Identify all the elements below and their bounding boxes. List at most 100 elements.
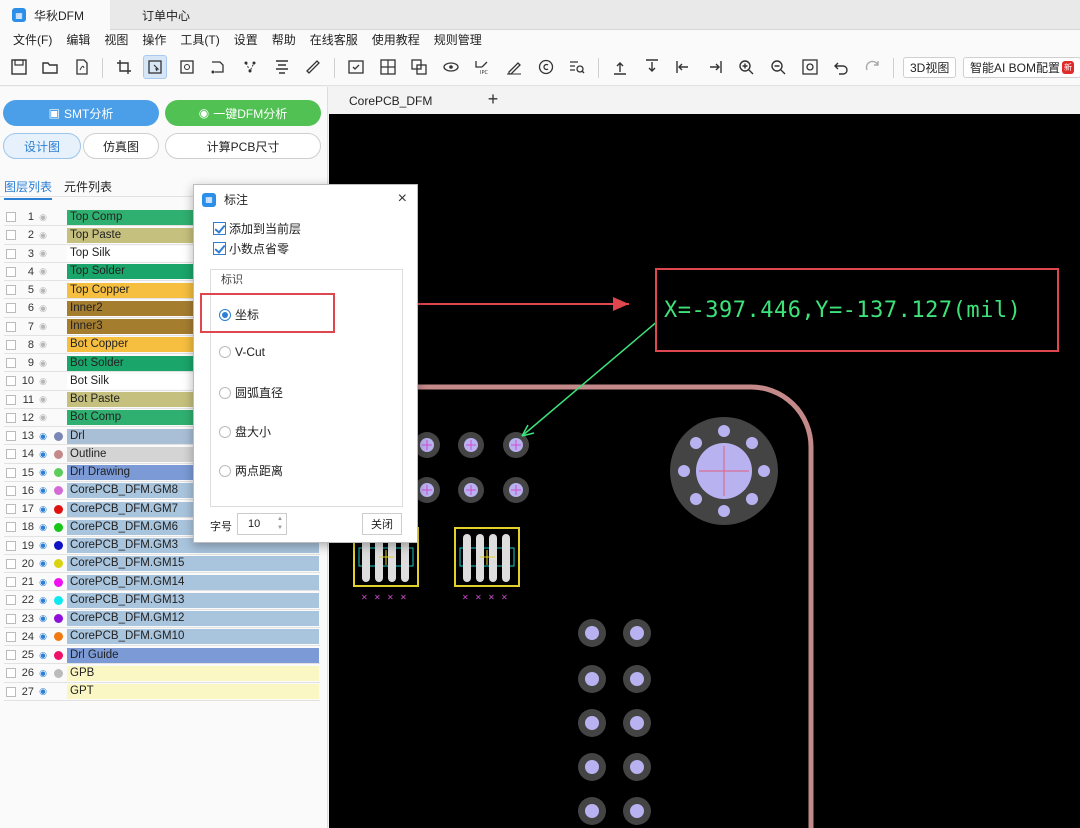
crop-icon[interactable] <box>112 55 136 79</box>
layer-name[interactable]: GPB <box>67 665 319 681</box>
undo-icon[interactable] <box>829 55 853 79</box>
visibility-eye-icon[interactable]: ◉ <box>38 485 48 496</box>
fit-view-icon[interactable] <box>798 55 822 79</box>
option-arc-diameter[interactable]: 圆弧直径 <box>219 384 283 401</box>
omit-zero-checkbox[interactable]: 小数点省零 <box>213 240 289 257</box>
align-icon[interactable] <box>270 55 294 79</box>
visibility-eye-icon[interactable]: ◉ <box>38 412 48 423</box>
layer-row[interactable]: 26 ◉ GPB <box>0 664 328 683</box>
menu-help[interactable]: 帮助 <box>265 31 303 48</box>
ai-bom-button[interactable]: 智能AI BOM配置新 <box>963 57 1080 78</box>
visibility-eye-icon[interactable]: ◉ <box>38 248 48 259</box>
visibility-eye-icon[interactable]: ◉ <box>38 650 48 661</box>
menu-tools[interactable]: 工具(T) <box>173 31 226 48</box>
visibility-eye-icon[interactable]: ◉ <box>38 595 48 606</box>
layer-row[interactable]: 25 ◉ Drl Guide <box>0 646 328 665</box>
menu-view[interactable]: 视图 <box>97 31 135 48</box>
visibility-eye-icon[interactable]: ◉ <box>38 431 48 442</box>
route-icon[interactable] <box>206 55 230 79</box>
visibility-eye-icon[interactable]: ◉ <box>38 321 48 332</box>
layer-name[interactable]: CorePCB_DFM.GM15 <box>67 556 319 572</box>
simulation-view-button[interactable]: 仿真图 <box>83 133 159 159</box>
layer-color-dot[interactable] <box>54 486 63 496</box>
pcb-canvas[interactable]: ✕ ✕ ✕ ✕ ✕ ✕ ✕ ✕ <box>329 114 1080 828</box>
zoom-in-icon[interactable] <box>734 55 758 79</box>
tab-layers[interactable]: 图层列表 <box>4 178 53 200</box>
add-to-layer-checkbox[interactable]: 添加到当前层 <box>213 220 301 237</box>
visibility-eye-icon[interactable]: ◉ <box>38 686 48 697</box>
layer-color-dot[interactable] <box>54 541 63 551</box>
view-icon[interactable] <box>439 55 463 79</box>
layer-color-dot[interactable] <box>54 668 63 678</box>
pdf-icon[interactable] <box>70 55 94 79</box>
zoom-out-icon[interactable] <box>766 55 790 79</box>
view3d-button[interactable]: 3D视图 <box>903 57 957 78</box>
tab-components[interactable]: 元件列表 <box>64 178 112 195</box>
layer-row[interactable]: 20 ◉ CorePCB_DFM.GM15 <box>0 555 328 573</box>
option-two-point-distance[interactable]: 两点距离 <box>219 462 283 479</box>
visibility-eye-icon[interactable]: ◉ <box>38 668 48 679</box>
add-tab-button[interactable]: + <box>484 90 502 109</box>
menu-file[interactable]: 文件(F) <box>6 31 59 48</box>
visibility-eye-icon[interactable]: ◉ <box>38 522 48 533</box>
ruler-icon[interactable] <box>301 55 325 79</box>
option-vcut[interactable]: V-Cut <box>219 345 265 359</box>
menu-rules[interactable]: 规则管理 <box>427 31 489 48</box>
visibility-eye-icon[interactable]: ◉ <box>38 504 48 515</box>
close-icon[interactable]: × <box>398 190 407 208</box>
visibility-eye-icon[interactable]: ◉ <box>38 266 48 277</box>
layer-color-dot[interactable] <box>54 614 63 624</box>
menu-online-service[interactable]: 在线客服 <box>303 31 365 48</box>
layer-name[interactable]: CorePCB_DFM.GM10 <box>67 629 319 645</box>
visibility-eye-icon[interactable]: ◉ <box>38 577 48 588</box>
menu-operate[interactable]: 操作 <box>135 31 173 48</box>
app-tab-orders[interactable]: 订单中心 <box>130 0 220 30</box>
smt-analysis-button[interactable]: ▣ SMT分析 <box>3 100 159 126</box>
layer-row[interactable]: 21 ◉ CorePCB_DFM.GM14 <box>0 573 328 592</box>
search-list-icon[interactable] <box>565 55 589 79</box>
document-tab[interactable]: CorePCB_DFM <box>329 87 444 114</box>
visibility-eye-icon[interactable]: ◉ <box>38 613 48 624</box>
layer-color-dot[interactable] <box>54 504 63 514</box>
layer-row[interactable]: 23 ◉ CorePCB_DFM.GM12 <box>0 610 328 628</box>
design-view-button[interactable]: 设计图 <box>3 133 81 159</box>
select-icon[interactable] <box>143 55 167 79</box>
grid-icon[interactable] <box>376 55 400 79</box>
layer-row[interactable]: 24 ◉ CorePCB_DFM.GM10 <box>0 628 328 646</box>
layer-name[interactable]: CorePCB_DFM.GM12 <box>67 611 319 627</box>
menu-tutorial[interactable]: 使用教程 <box>365 31 427 48</box>
app-tab-dfm[interactable]: ▦ 华秋DFM <box>0 0 110 30</box>
stepper-arrows-icon[interactable]: ▲ ▼ <box>277 515 283 533</box>
align-right-icon[interactable] <box>703 55 727 79</box>
visibility-eye-icon[interactable]: ◉ <box>38 394 48 405</box>
layer-color-dot[interactable] <box>54 522 63 532</box>
layer-color-dot[interactable] <box>54 632 63 642</box>
menu-settings[interactable]: 设置 <box>227 31 265 48</box>
calc-pcb-size-button[interactable]: 计算PCB尺寸 <box>165 133 321 159</box>
ipc-icon[interactable]: IPC <box>470 55 494 79</box>
visibility-eye-icon[interactable]: ◉ <box>38 540 48 551</box>
align-bottom-icon[interactable] <box>640 55 664 79</box>
save-icon[interactable] <box>7 55 31 79</box>
layer-color-dot[interactable] <box>54 577 63 587</box>
layers-icon[interactable] <box>407 55 431 79</box>
visibility-eye-icon[interactable]: ◉ <box>38 230 48 241</box>
visibility-eye-icon[interactable]: ◉ <box>38 449 48 460</box>
dfm-analysis-button[interactable]: ◉ 一键DFM分析 <box>165 100 321 126</box>
net-icon[interactable] <box>238 55 262 79</box>
layer-color-dot[interactable] <box>54 431 63 441</box>
layer-color-dot[interactable] <box>54 559 63 569</box>
layer-color-dot[interactable] <box>54 650 63 660</box>
redo-icon[interactable] <box>861 55 885 79</box>
open-folder-icon[interactable] <box>38 55 62 79</box>
align-left-icon[interactable] <box>671 55 695 79</box>
layer-name[interactable]: CorePCB_DFM.GM14 <box>67 574 319 590</box>
visibility-eye-icon[interactable]: ◉ <box>38 558 48 569</box>
layer-name[interactable]: Drl Guide <box>67 647 319 663</box>
font-size-stepper[interactable]: 10 ▲ ▼ <box>237 513 287 535</box>
pen-icon[interactable] <box>502 55 526 79</box>
visibility-eye-icon[interactable]: ◉ <box>38 467 48 478</box>
layer-color-dot[interactable] <box>54 449 63 459</box>
menu-edit[interactable]: 编辑 <box>59 31 97 48</box>
close-button[interactable]: 关闭 <box>362 513 402 535</box>
